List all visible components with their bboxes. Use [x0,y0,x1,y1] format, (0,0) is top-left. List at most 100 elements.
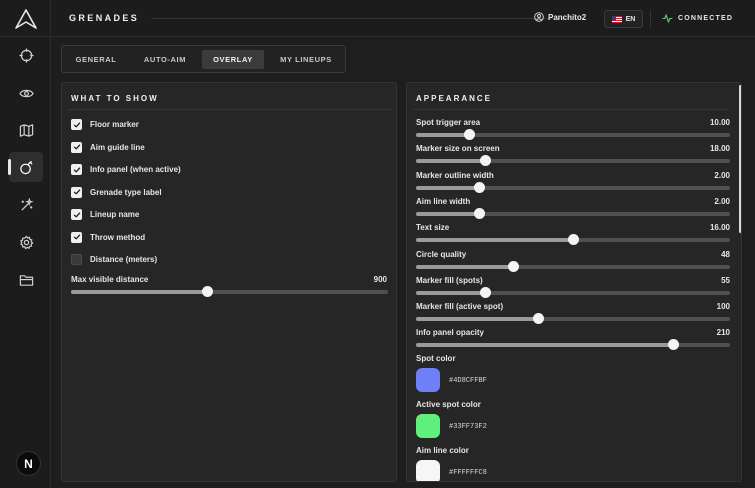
checkbox[interactable] [71,119,82,130]
slider-thumb[interactable] [568,234,579,246]
option-grenade-type-label[interactable]: Grenade type label [71,186,162,198]
sidebar-item-misc[interactable] [9,190,43,220]
slider-marker-fill-spots-value: 55 [721,275,730,285]
crosshair-icon [18,47,34,63]
slider-thumb[interactable] [473,207,485,219]
slider-thumb[interactable] [508,260,520,272]
tab-my-lineups[interactable]: MY LINEUPS [269,50,343,69]
option-aim-guide-line[interactable]: Aim guide line [71,141,145,153]
slider-marker-fill-active-spot[interactable] [416,313,730,325]
header-separator [650,10,651,28]
slider-thumb[interactable] [473,181,485,193]
option-label: Throw method [90,232,146,242]
sidebar: N [0,0,51,488]
color-aim-line-color-label: Aim line color [416,446,469,455]
sidebar-item-configs[interactable] [9,265,43,295]
checkbox[interactable] [71,254,82,265]
option-label: Aim guide line [90,142,145,152]
slider-text-size-value: 16.00 [709,223,730,233]
slider-marker-outline-width-value: 2.00 [714,170,730,180]
language-selector[interactable]: EN [604,10,643,28]
option-floor-marker[interactable]: Floor marker [71,119,139,130]
slider-fill [416,185,479,190]
checkmark-icon [73,211,80,217]
color-active-spot-color-swatch[interactable] [416,414,440,438]
color-active-spot-color-hex: #33FF73F2 [449,423,487,431]
option-lineup-name[interactable]: Lineup name [71,209,139,220]
user-name: Panchito2 [548,12,587,22]
slider-marker-size-on-screen[interactable] [416,155,730,167]
panel-divider [68,109,392,110]
slider-fill [416,211,479,216]
slider-fill [416,317,539,322]
profile-badge[interactable]: N [16,451,41,476]
app-logo-icon [15,9,37,29]
wand-icon [20,197,34,211]
slider-marker-outline-width-label: Marker outline width [416,170,494,180]
panel-title: WHAT TO SHOW [71,94,159,103]
sidebar-item-grenades[interactable] [8,152,43,182]
sidebar-item-map[interactable] [9,115,43,145]
tab-auto-aim[interactable]: AUTO-AIM [132,50,198,69]
option-distance-meters[interactable]: Distance (meters) [71,254,157,265]
checkmark-icon [73,189,80,195]
slider-marker-outline-width[interactable] [416,181,730,193]
color-active-spot-color-label: Active spot color [416,400,481,409]
tab-overlay[interactable]: OVERLAY [202,50,264,69]
what-to-show-panel: WHAT TO SHOW Floor marker Aim guide line I… [61,82,397,482]
appearance-panel: APPEARANCE Spot trigger area 10.00 Marker … [406,82,742,482]
connection-status: CONNECTED [662,14,733,23]
slider-thumb[interactable] [480,155,492,167]
slider-info-panel-opacity-label: Info panel opacity [416,328,485,338]
slider-thumb[interactable] [464,129,476,140]
slider-thumb[interactable] [480,286,492,298]
header-divider [151,18,571,19]
sidebar-item-crosshair[interactable] [9,40,43,70]
sidebar-item-visuals[interactable] [9,78,43,108]
color-aim-line-color-swatch[interactable] [416,460,440,481]
checkmark-icon [73,144,80,150]
checkbox[interactable] [71,186,82,198]
slider-aim-line-width[interactable] [416,207,730,219]
tab-general[interactable]: GENERAL [65,50,127,69]
slider-aim-line-width-value: 2.00 [714,196,730,206]
slider-info-panel-opacity[interactable] [416,339,730,351]
slider-marker-size-on-screen-value: 18.00 [709,144,730,154]
slider-fill [416,290,486,295]
slider-thumb[interactable] [533,313,545,325]
color-spot-color-swatch[interactable] [416,368,440,392]
slider-info-panel-opacity-value: 210 [716,328,730,338]
folder-icon [19,274,33,286]
slider-marker-fill-active-spot-value: 100 [716,302,730,312]
slider-fill [416,159,486,164]
activity-icon [662,14,673,23]
max-distance-slider[interactable] [71,286,388,297]
checkbox[interactable] [71,209,82,220]
slider-fill [71,290,208,294]
page-title: GRENADES [69,13,140,23]
slider-marker-fill-spots[interactable] [416,286,730,298]
tab-bar: GENERAL AUTO-AIM OVERLAY MY LINEUPS [61,45,346,73]
option-throw-method[interactable]: Throw method [71,231,146,243]
user-icon [534,12,544,22]
option-info-panel-when-active[interactable]: Info panel (when active) [71,164,181,175]
sidebar-item-settings[interactable] [9,227,43,257]
slider-spot-trigger-area[interactable] [416,129,730,140]
slider-aim-line-width-label: Aim line width [416,196,471,206]
slider-circle-quality[interactable] [416,260,730,272]
checkbox[interactable] [71,141,82,153]
panel-divider [413,109,729,110]
slider-thumb[interactable] [202,286,214,297]
checkbox[interactable] [71,231,82,243]
checkbox[interactable] [71,164,82,175]
user-menu[interactable]: Panchito2 [534,12,586,22]
slider-circle-quality-label: Circle quality [416,249,467,259]
slider-circle-quality-value: 48 [721,249,730,259]
color-spot-color-label: Spot color [416,354,456,363]
checkmark-icon [73,166,80,172]
slider-thumb[interactable] [668,339,680,351]
slider-text-size[interactable] [416,234,730,246]
slider-spot-trigger-area-value: 10.00 [709,118,730,127]
slider-marker-size-on-screen-label: Marker size on screen [416,144,500,154]
scrollbar[interactable] [739,85,741,233]
